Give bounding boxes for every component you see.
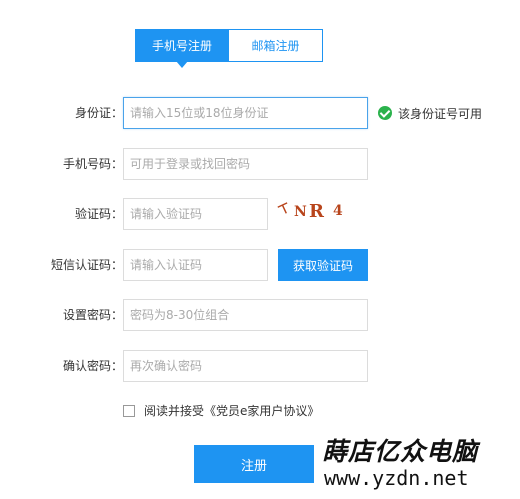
watermark-url: www.yzdn.net <box>324 466 469 490</box>
captcha-char: N <box>294 204 307 220</box>
captcha-char: ㄒ <box>275 200 293 218</box>
sms-code-input[interactable] <box>123 249 268 281</box>
register-tabs: 手机号注册 邮箱注册 <box>135 29 323 68</box>
confirm-password-label: 确认密码： <box>62 359 123 373</box>
agreement-checkbox[interactable] <box>123 404 135 417</box>
phone-label: 手机号码： <box>62 157 123 171</box>
sms-code-row: 短信认证码： 获取验证码 <box>0 249 520 281</box>
id-card-validation-text: 该身份证号可用 <box>398 106 483 121</box>
tab-email-register[interactable]: 邮箱注册 <box>229 29 323 62</box>
register-button[interactable]: 注册 <box>194 445 314 483</box>
captcha-char: R <box>309 201 324 222</box>
captcha-label: 验证码： <box>74 207 123 221</box>
captcha-input[interactable] <box>123 198 268 230</box>
password-label: 设置密码： <box>62 308 123 322</box>
check-circle-icon <box>378 106 392 120</box>
confirm-password-input[interactable] <box>123 350 368 382</box>
id-card-validation: 该身份证号可用 <box>378 97 482 129</box>
get-sms-code-button[interactable]: 获取验证码 <box>278 249 368 281</box>
phone-input[interactable] <box>123 148 368 180</box>
password-input[interactable] <box>123 299 368 331</box>
watermark: 蒔店亿众电脑 www.yzdn.net <box>322 437 518 491</box>
id-card-label: 身份证： <box>74 106 123 120</box>
tab-phone-register[interactable]: 手机号注册 <box>135 29 229 68</box>
captcha-row: 验证码： ㄒ N R 4 <box>0 198 520 230</box>
id-card-input[interactable] <box>123 97 368 129</box>
agreement-text[interactable]: 阅读并接受《党员e家用户协议》 <box>144 402 319 419</box>
confirm-password-row: 确认密码： <box>0 350 520 382</box>
captcha-image[interactable]: ㄒ N R 4 <box>275 198 358 230</box>
sms-code-label: 短信认证码： <box>50 258 123 272</box>
id-card-row: 身份证： 该身份证号可用 <box>0 97 520 129</box>
phone-row: 手机号码： <box>0 148 520 180</box>
agreement: 阅读并接受《党员e家用户协议》 <box>123 402 319 419</box>
watermark-name: 蒔店亿众电脑 <box>322 437 479 466</box>
password-row: 设置密码： <box>0 299 520 331</box>
captcha-char: 4 <box>333 203 343 219</box>
